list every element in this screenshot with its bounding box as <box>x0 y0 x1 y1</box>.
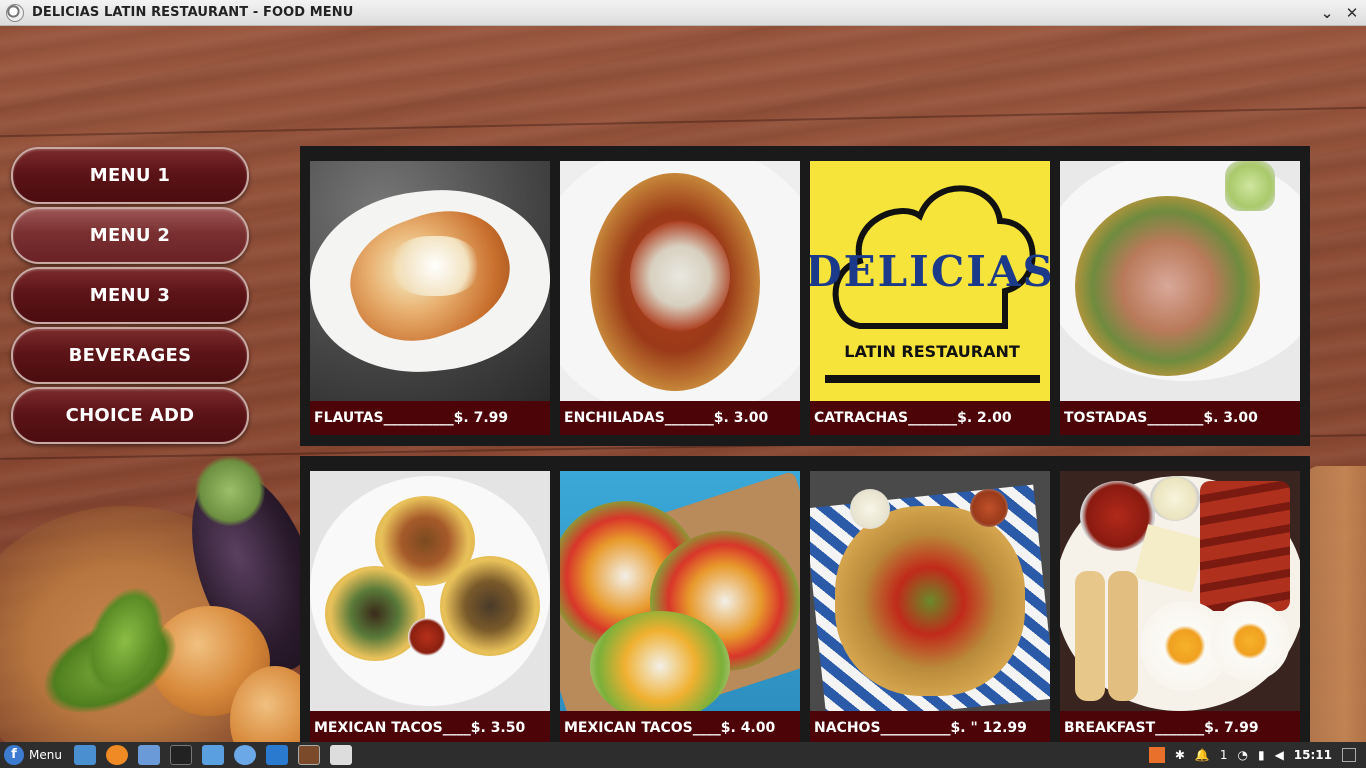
battery-icon[interactable]: ▮ <box>1258 748 1265 762</box>
logo-brand-text: DELICIAS <box>810 247 1050 296</box>
beverages-label: BEVERAGES <box>68 345 192 366</box>
menu-item-caption: MEXICAN TACOS____$. 4.00 <box>560 711 800 745</box>
flautas-photo <box>310 161 550 401</box>
menu-item-caption: NACHOS__________$. " 12.99 <box>810 711 1050 745</box>
app-window-icon[interactable] <box>329 745 352 765</box>
volume-icon[interactable]: ◀ <box>1275 748 1284 762</box>
menu-1-label: MENU 1 <box>89 165 171 186</box>
notification-count: 1 <box>1219 748 1228 762</box>
vscode-icon[interactable] <box>265 745 288 765</box>
basil-leaf-image <box>195 456 265 526</box>
choice-add-label: CHOICE ADD <box>65 405 195 426</box>
show-desktop-icon[interactable] <box>1342 748 1356 762</box>
tostadas-photo <box>1060 161 1300 401</box>
menu-item-caption: TOSTADAS________$. 3.00 <box>1060 401 1300 435</box>
mexican-tacos-plate-photo <box>310 471 550 711</box>
taskbar: f Menu ✱ 🔔 1 ◔ ▮ ◀ 15:11 <box>0 742 1366 768</box>
firefox-icon[interactable] <box>105 745 128 765</box>
mexican-tacos-board-photo <box>560 471 800 711</box>
menu-3-button[interactable]: MENU 3 <box>11 267 249 324</box>
choice-add-button[interactable]: CHOICE ADD <box>11 387 249 444</box>
menu-item-caption: BREAKFAST_______$. 7.99 <box>1060 711 1300 745</box>
distro-logo-icon: f <box>4 745 24 765</box>
enchiladas-photo <box>560 161 800 401</box>
mail-icon[interactable] <box>137 745 160 765</box>
restaurant-app-icon[interactable] <box>297 745 320 765</box>
files-icon[interactable] <box>201 745 224 765</box>
menu-panel-row-1: FLAUTAS__________$. 7.99 ENCHILADAS_____… <box>300 146 1310 446</box>
breakfast-photo <box>1060 471 1300 711</box>
menu-2-button[interactable]: MENU 2 <box>11 207 249 264</box>
beverages-button[interactable]: BEVERAGES <box>11 327 249 384</box>
close-button[interactable]: ✕ <box>1342 3 1362 23</box>
package-icon[interactable] <box>1148 747 1165 763</box>
clock[interactable]: 15:11 <box>1294 748 1332 762</box>
menu-item-caption: ENCHILADAS_______$. 3.00 <box>560 401 800 435</box>
menu-panel-row-2: MEXICAN TACOS____$. 3.50 MEXICAN TACOS__… <box>300 456 1310 746</box>
taskbar-menu-label: Menu <box>29 748 62 762</box>
notification-icon[interactable]: 🔔 <box>1195 748 1210 762</box>
menu-1-button[interactable]: MENU 1 <box>11 147 249 204</box>
app-icon <box>6 3 24 22</box>
menu-item-caption: FLAUTAS__________$. 7.99 <box>310 401 550 435</box>
menu-2-label: MENU 2 <box>89 225 171 246</box>
desktop-icon[interactable] <box>73 745 96 765</box>
browser-icon[interactable] <box>233 745 256 765</box>
menu-3-label: MENU 3 <box>89 285 171 306</box>
menu-item-caption: CATRACHAS_______$. 2.00 <box>810 401 1050 435</box>
wood-seam <box>0 106 1366 138</box>
window-titlebar: DELICIAS LATIN RESTAURANT - FOOD MENU ⌄ … <box>0 0 1366 26</box>
terminal-icon[interactable] <box>169 745 192 765</box>
menu-item-caption: MEXICAN TACOS____$. 3.50 <box>310 711 550 745</box>
system-tray: ✱ 🔔 1 ◔ ▮ ◀ 15:11 <box>1148 742 1356 768</box>
wifi-icon[interactable]: ◔ <box>1237 748 1247 762</box>
window-title: DELICIAS LATIN RESTAURANT - FOOD MENU <box>32 5 354 20</box>
minimize-button[interactable]: ⌄ <box>1317 3 1337 23</box>
taskbar-menu-button[interactable]: f Menu <box>4 745 62 765</box>
delicias-logo-image: DELICIAS LATIN RESTAURANT <box>810 161 1050 401</box>
nachos-photo <box>810 471 1050 711</box>
logo-subtitle-text: LATIN RESTAURANT <box>844 342 1020 361</box>
pasta-jar-image <box>1305 466 1366 766</box>
bluetooth-icon[interactable]: ✱ <box>1175 748 1185 762</box>
